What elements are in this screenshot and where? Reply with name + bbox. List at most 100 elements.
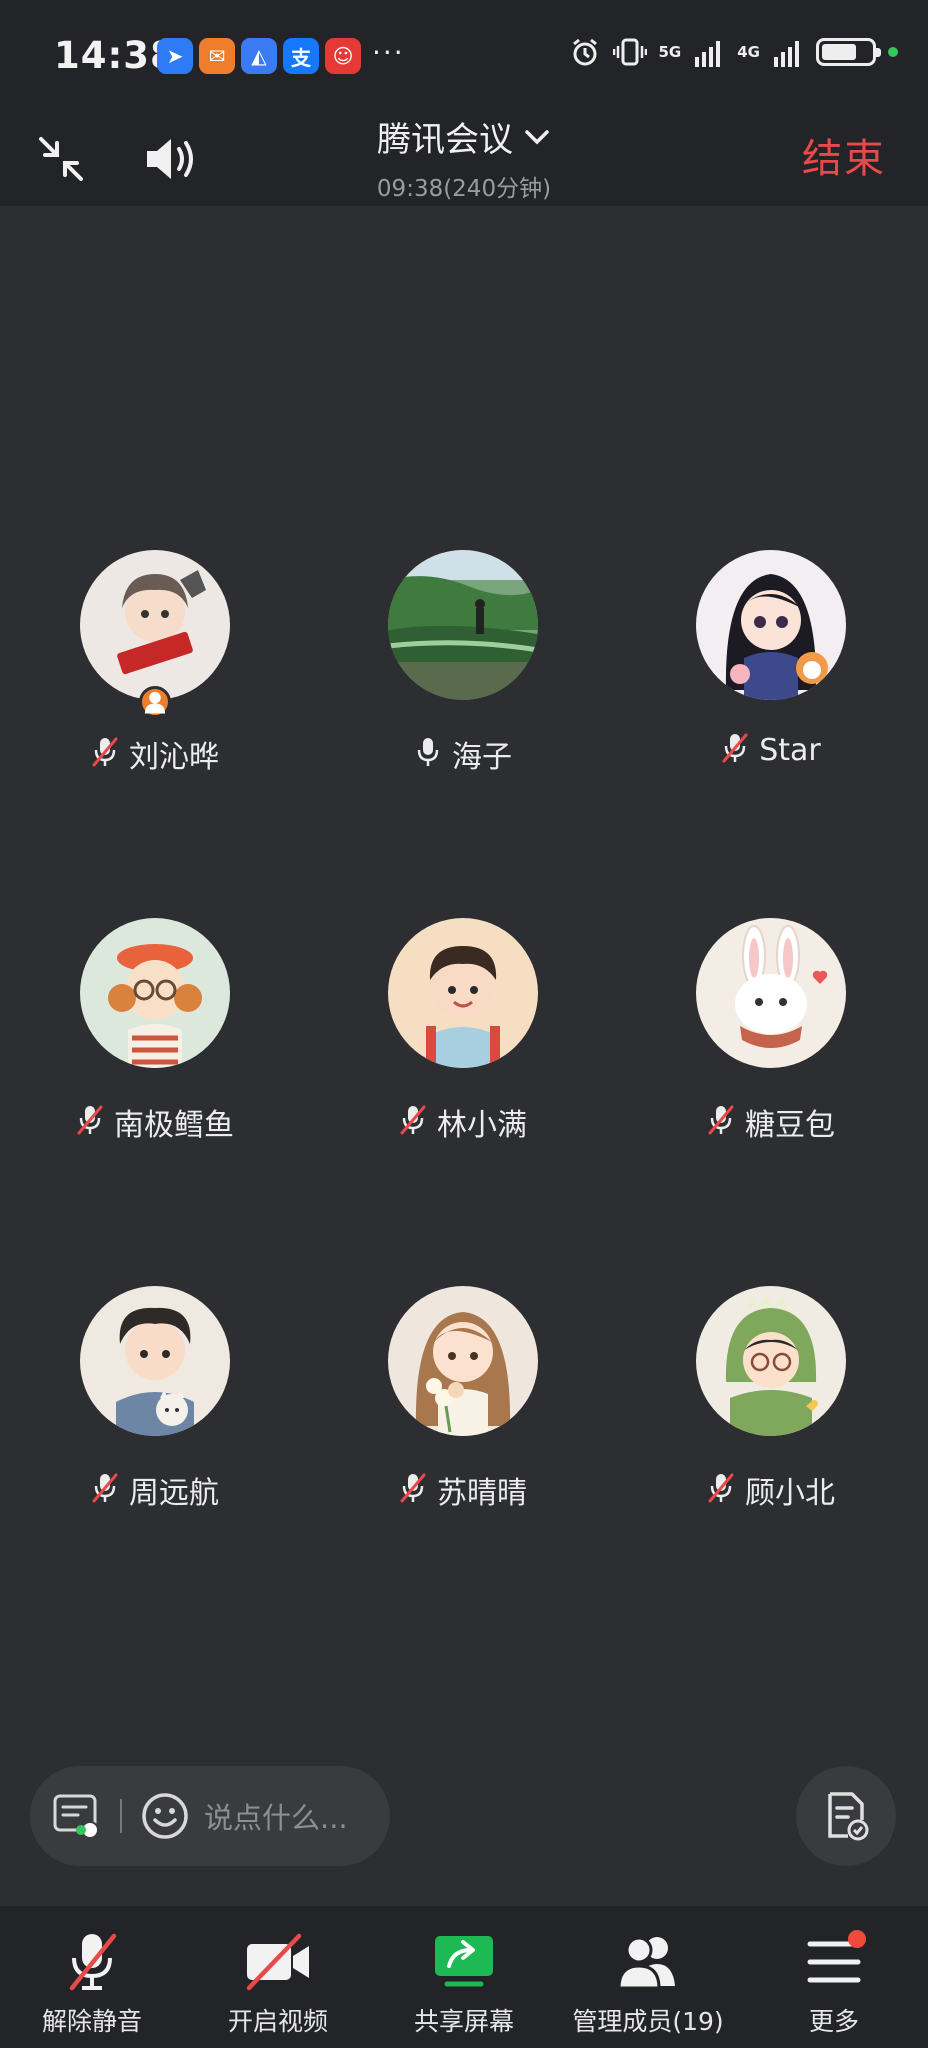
feishu-app-icon: ➤ [157,38,193,74]
participant-tile[interactable]: 顾小北 [621,1286,921,1512]
notification-app-icons: ➤ ✉ ◭ 支 ☺ [157,38,361,74]
more-button[interactable]: 更多 [744,1928,924,2038]
emoji-icon[interactable] [140,1791,190,1841]
unmute-label: 解除静音 [41,2007,142,2036]
camera-off-icon [246,1933,309,1991]
more-label: 更多 [808,2007,859,2036]
participant-avatar [388,550,538,700]
participant-tile[interactable]: 刘沁晔 [5,550,305,776]
unmute-button[interactable]: 解除静音 [2,1928,182,2038]
participant-name-row: 苏晴晴 [313,1468,613,1512]
participant-avatar [80,918,230,1068]
participant-tile[interactable]: 海子 [313,550,613,776]
participant-name: 糖豆包 [745,1108,835,1143]
avatar-image-green-landscape-photo [388,550,538,700]
participant-name: 苏晴晴 [437,1476,527,1511]
participant-name-row: 顾小北 [621,1468,921,1512]
battery-icon [816,38,881,66]
meeting-duration: 09:38(240分钟) [376,176,552,202]
chevron-down-icon [525,129,549,144]
network-4g-label: 4G [737,43,760,61]
mic-muted-icon [721,732,749,768]
participant-name-row: Star [621,732,921,768]
participant-avatar [80,550,230,718]
avatar-image-boy-with-cat [80,1286,230,1436]
participant-name-row: 林小满 [313,1100,613,1144]
mic-muted-icon [76,1104,104,1140]
participant-tile[interactable]: 糖豆包 [621,918,921,1144]
participant-avatar [696,918,846,1068]
participant-name: 周远航 [129,1476,219,1511]
manage-members-button[interactable]: 管理成员(19) [558,1928,738,2038]
participant-name-row: 南极鳕鱼 [5,1100,305,1144]
participant-avatar [388,918,538,1068]
start-video-label: 开启视频 [227,2007,328,2036]
manage-members-label: 管理成员(19) [572,2007,724,2036]
host-badge-icon [139,686,171,718]
meeting-title-dropdown[interactable]: 腾讯会议 [377,112,551,161]
share-screen-button[interactable]: 共享屏幕 [374,1928,554,2038]
participant-tile[interactable]: 苏晴晴 [313,1286,613,1512]
participant-name: Star [759,732,821,768]
meeting-toolbar: 解除静音 开启视频 共享屏幕 管理成员(19) 更多 [0,1906,928,2048]
alipay-app-icon: 支 [283,38,319,74]
avatar-image-anime-girl-with-cat [696,550,846,700]
avatar-image-girl-with-flowers [388,1286,538,1436]
share-screen-icon [435,1936,493,1987]
avatar-image-boy-with-backpack [388,918,538,1068]
document-sync-icon [828,1792,869,1841]
avatar-image-girl-with-red-beret [80,918,230,1068]
meeting-title-block: 腾讯会议 09:38(240分钟) [0,110,928,203]
red-envelope-app-icon: ✉ [199,38,235,74]
signal-4g-icon [774,41,799,67]
subtitle-toggle-icon[interactable] [52,1791,102,1841]
clown-app-icon: ☺ [325,38,361,74]
meeting-notes-button[interactable] [796,1766,896,1866]
chat-bar: 说点什么... [30,1766,390,1866]
participant-tile[interactable]: 周远航 [5,1286,305,1512]
participant-tile[interactable]: 南极鳕鱼 [5,918,305,1144]
chat-divider [120,1799,122,1833]
participant-avatar [388,1286,538,1436]
status-indicators: 5G 4G [569,36,898,68]
avatar-image-bunny-with-scarf [696,918,846,1068]
meeting-title: 腾讯会议 [377,120,513,160]
privacy-indicator-dot [888,47,898,57]
mic-muted-icon [707,1472,735,1508]
chat-input[interactable]: 说点什么... [204,1795,348,1837]
tencent-meeting-app-icon: ◭ [241,38,277,74]
participant-name: 海子 [452,740,512,775]
status-bar: 14:38 ➤ ✉ ◭ 支 ☺ ··· 5G 4G [0,0,928,110]
meeting-header: 腾讯会议 09:38(240分钟) 结束 [0,110,928,206]
participant-name: 顾小北 [745,1476,835,1511]
mic-on-icon [414,736,442,772]
participant-name-row: 糖豆包 [621,1100,921,1144]
vibrate-icon [612,38,647,66]
more-notifications-icon: ··· [372,36,405,69]
mic-muted-icon [399,1472,427,1508]
participant-avatar [696,550,846,700]
participant-name: 刘沁晔 [129,740,219,775]
start-video-button[interactable]: 开启视频 [188,1928,368,2038]
participant-name: 林小满 [437,1108,527,1143]
participant-name: 南极鳕鱼 [114,1108,234,1143]
battery-level [822,44,856,60]
network-5g-label: 5G [658,43,682,61]
participant-tile[interactable]: Star [621,550,921,768]
notification-dot [848,1930,866,1948]
end-meeting-button[interactable]: 结束 [802,126,886,184]
share-screen-label: 共享屏幕 [413,2007,514,2036]
participant-tile[interactable]: 林小满 [313,918,613,1144]
mic-muted-icon [91,736,119,772]
mic-muted-icon [91,1472,119,1508]
participant-name-row: 周远航 [5,1468,305,1512]
signal-5g-icon [695,41,721,67]
participant-name-row: 海子 [313,732,613,776]
participant-avatar [80,1286,230,1436]
alarm-icon [572,38,597,66]
avatar-image-boy-in-dinosaur-hoodie [696,1286,846,1436]
mic-muted-icon [707,1104,735,1140]
members-icon [617,1936,675,1990]
participant-avatar [696,1286,846,1436]
mic-muted-icon [399,1104,427,1140]
